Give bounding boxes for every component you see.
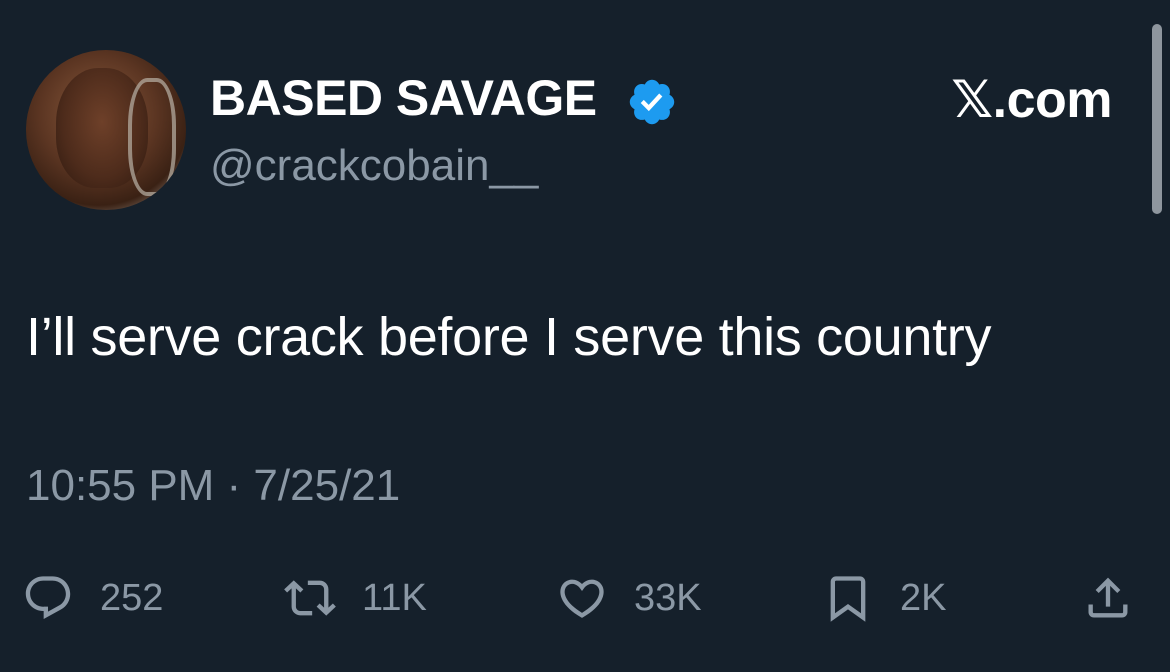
share-button[interactable] xyxy=(1082,568,1134,628)
verified-badge-icon xyxy=(629,79,675,125)
retweet-button[interactable]: 11K xyxy=(284,568,427,628)
like-count: 33K xyxy=(634,577,702,619)
reply-count: 252 xyxy=(100,577,164,619)
avatar[interactable] xyxy=(26,50,186,210)
tweet-timestamp[interactable]: 10:55 PM · 7/25/21 xyxy=(26,458,400,514)
heart-icon xyxy=(560,579,604,618)
bookmark-button[interactable]: 2K xyxy=(822,568,946,628)
share-icon xyxy=(1088,577,1128,618)
bookmark-icon xyxy=(830,576,866,622)
retweet-icon xyxy=(284,580,336,616)
brand-logo: 𝕏.com xyxy=(951,71,1112,129)
scrollbar[interactable] xyxy=(1152,24,1162,214)
retweet-count: 11K xyxy=(362,577,427,619)
author-handle[interactable]: @crackcobain__ xyxy=(210,138,538,194)
tweet-text: I’ll serve crack before I serve this cou… xyxy=(26,307,992,367)
bookmark-count: 2K xyxy=(900,577,947,619)
like-button[interactable]: 33K xyxy=(556,568,702,628)
reply-button[interactable]: 252 xyxy=(22,568,163,628)
reply-icon xyxy=(25,576,71,620)
author-display-name[interactable]: BASED SAVAGE xyxy=(210,68,597,128)
avatar-chain xyxy=(128,78,176,196)
